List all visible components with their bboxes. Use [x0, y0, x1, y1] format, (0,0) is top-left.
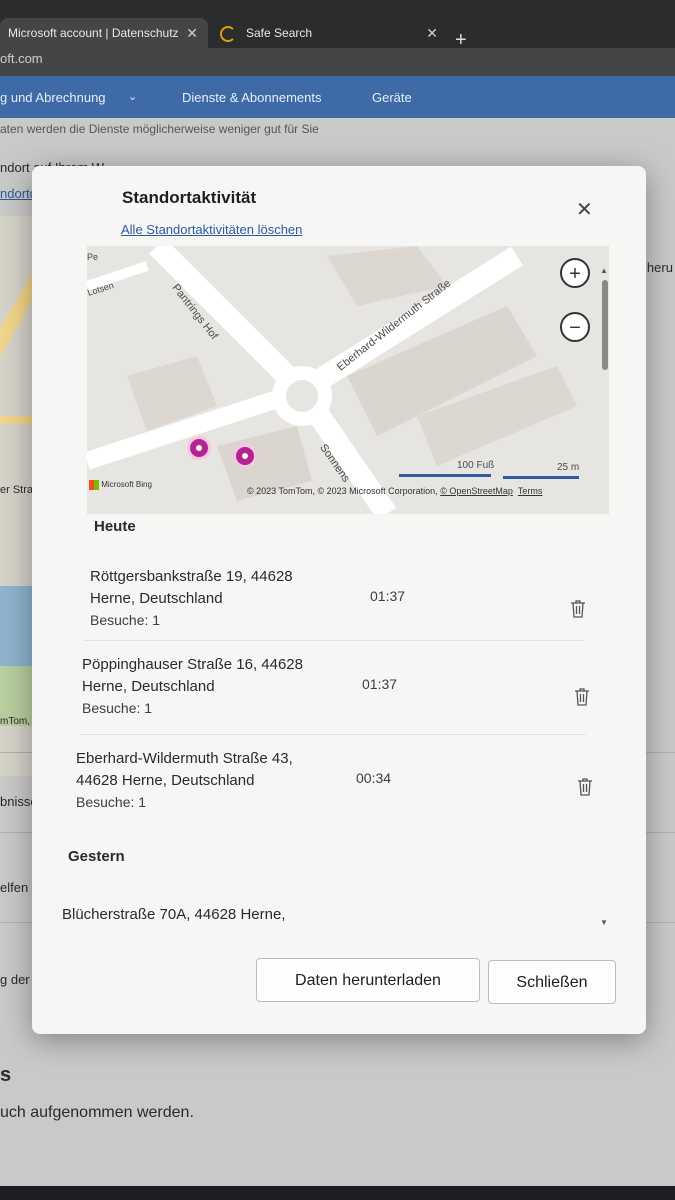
dialog-title: Standortaktivität — [122, 188, 257, 207]
location-entry: Blücherstraße 70A, 44628 Herne, — [62, 904, 532, 926]
entry-visits: Besuche: 1 — [82, 700, 153, 716]
location-map[interactable]: Pantrings Hof Eberhard-Wildermuth Straße… — [87, 246, 609, 514]
entry-address: Eberhard-Wildermuth Straße 43, — [76, 750, 293, 767]
scale-meters: 25 m — [557, 462, 580, 473]
location-entry: Pöppinghauser Straße 16, 44628 Herne, De… — [82, 654, 552, 718]
tab-microsoft-account[interactable]: Microsoft account | Datenschutz ✕ — [0, 18, 208, 48]
nav-billing[interactable]: g und Abrechnung — [0, 90, 106, 105]
tab-title: Safe Search — [246, 26, 313, 40]
download-data-button[interactable]: Daten herunterladen — [256, 958, 480, 1002]
zoom-in-button[interactable]: + — [560, 258, 590, 288]
scale-bar — [503, 476, 579, 479]
close-icon[interactable]: ✕ — [576, 200, 593, 220]
delete-trash-icon[interactable] — [577, 778, 593, 796]
scrollbar[interactable]: ▲ ▼ — [600, 266, 610, 927]
street-label: Pe — [87, 252, 99, 262]
tab-close-icon[interactable]: ✕ — [426, 18, 438, 48]
location-entry: Röttgersbankstraße 19, 44628 Herne, Deut… — [90, 566, 560, 630]
section-heading-yesterday: Gestern — [68, 848, 125, 865]
entry-time: 00:34 — [356, 770, 392, 786]
location-pin[interactable] — [233, 444, 257, 468]
scroll-down-icon[interactable]: ▼ — [600, 918, 608, 927]
entry-visits: Besuche: 1 — [76, 794, 147, 810]
page-heading: s — [0, 1064, 12, 1086]
clear-all-activity-link[interactable]: Alle Standortaktivitäten löschen — [121, 222, 302, 237]
delete-trash-icon[interactable] — [570, 600, 586, 618]
entry-address: Herne, Deutschland — [82, 678, 215, 695]
tab-close-icon[interactable]: ✕ — [186, 18, 198, 48]
scroll-up-icon[interactable]: ▲ — [600, 266, 608, 275]
terms-link[interactable]: Terms — [518, 486, 543, 496]
nav-services[interactable]: Dienste & Abonnements — [182, 90, 321, 105]
scale-feet: 100 Fuß — [457, 460, 495, 471]
entry-address: Herne, Deutschland — [90, 590, 223, 607]
entry-address: Blücherstraße 70A, 44628 Herne, — [62, 906, 286, 923]
location-activity-dialog: Standortaktivität ✕ Alle Standortaktivit… — [32, 166, 646, 1034]
section-heading-today: Heute — [94, 518, 136, 535]
taskbar — [0, 1186, 675, 1200]
entry-time: 01:37 — [362, 676, 398, 692]
page-text: g der — [0, 972, 30, 987]
zoom-out-button[interactable]: − — [560, 312, 590, 342]
bing-logo: Microsoft Bing — [89, 480, 152, 490]
copyright-text: © 2023 TomTom, © 2023 Microsoft Corporat… — [247, 486, 438, 496]
address-text: oft.com — [0, 51, 43, 66]
entry-time: 01:37 — [370, 588, 406, 604]
tab-safe-search[interactable]: Safe Search ✕ — [212, 18, 448, 48]
nav-devices[interactable]: Geräte — [372, 90, 412, 105]
entry-address: 44628 Herne, Deutschland — [76, 772, 255, 789]
account-nav: g und Abrechnung ⌄ Dienste & Abonnements… — [0, 76, 675, 118]
loading-icon — [220, 25, 236, 42]
microsoft-logo-icon — [89, 480, 99, 490]
entry-address: Pöppinghauser Straße 16, 44628 — [82, 656, 303, 673]
new-tab-button[interactable]: + — [455, 30, 467, 50]
chevron-down-icon[interactable]: ⌄ — [128, 90, 137, 103]
location-entry: Eberhard-Wildermuth Straße 43, 44628 Her… — [76, 748, 546, 812]
entry-visits: Besuche: 1 — [90, 612, 161, 628]
page-text: uch aufgenommen werden. — [0, 1104, 194, 1121]
page-text: aten werden die Dienste möglicherweise w… — [0, 122, 319, 136]
location-pin[interactable] — [187, 436, 211, 460]
scale-bar — [399, 474, 491, 477]
tab-title: Microsoft account | Datenschutz — [8, 26, 179, 40]
close-button[interactable]: Schließen — [488, 960, 616, 1004]
delete-trash-icon[interactable] — [574, 688, 590, 706]
osm-link[interactable]: © OpenStreetMap — [440, 486, 513, 496]
browser-tab-bar: Microsoft account | Datenschutz ✕ Safe S… — [0, 0, 675, 50]
map-credits: © 2023 TomTom, © 2023 Microsoft Corporat… — [247, 486, 542, 496]
address-bar[interactable]: oft.com — [0, 48, 675, 76]
entry-address: Röttgersbankstraße 19, 44628 — [90, 568, 293, 585]
scrollbar-thumb[interactable] — [602, 280, 608, 370]
